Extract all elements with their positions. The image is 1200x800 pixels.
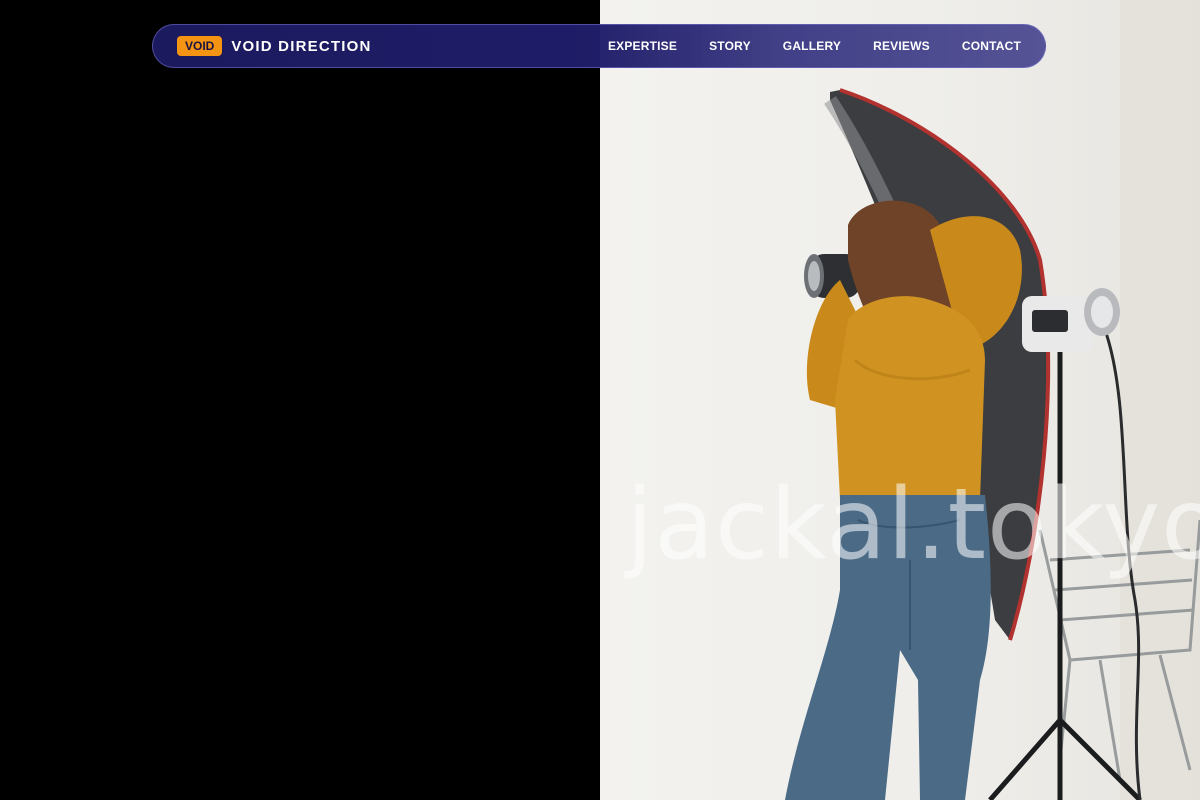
hero-image [600,0,1200,800]
brand-badge: VOID [177,36,223,56]
nav-links: EXPERTISE STORY GALLERY REVIEWS CONTACT [608,39,1021,53]
nav-link-expertise[interactable]: EXPERTISE [608,39,677,53]
top-navigation-bar: VOID VOID DIRECTION EXPERTISE STORY GALL… [152,24,1046,68]
nav-link-reviews[interactable]: REVIEWS [873,39,930,53]
hero-left-panel [0,0,600,800]
nav-link-gallery[interactable]: GALLERY [783,39,841,53]
photographer-illustration [785,0,1200,800]
brand-logo[interactable]: VOID VOID DIRECTION [177,36,371,56]
page: jackal.tokyo VOID VOID DIRECTION EXPERTI… [0,0,1200,800]
nav-link-story[interactable]: STORY [709,39,751,53]
brand-name: VOID DIRECTION [231,37,372,55]
nav-link-contact[interactable]: CONTACT [962,39,1021,53]
